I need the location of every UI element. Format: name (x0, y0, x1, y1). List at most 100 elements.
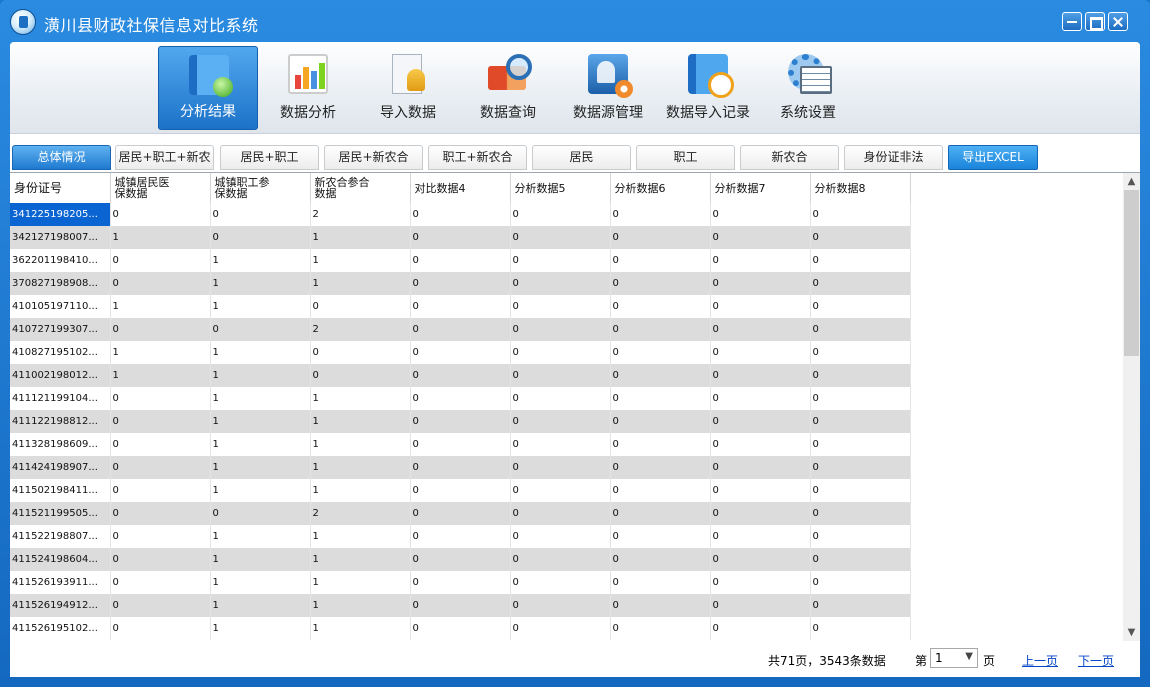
table-cell[interactable]: 0 (110, 318, 211, 341)
table-cell[interactable]: 0 (310, 364, 411, 387)
table-row[interactable]: 410105197110... 1 1 0 0 0 0 0 0 (10, 295, 911, 318)
id-number-cell[interactable]: 411121199104... (10, 387, 111, 410)
table-cell[interactable]: 1 (210, 594, 311, 617)
id-number-cell[interactable]: 342127198007... (10, 226, 111, 249)
id-number-cell[interactable]: 411328198609... (10, 433, 111, 456)
table-cell[interactable]: 0 (610, 387, 711, 410)
table-row[interactable]: 411526195102... 0 1 1 0 0 0 0 0 (10, 617, 911, 640)
table-cell[interactable]: 0 (710, 203, 811, 226)
table-cell[interactable]: 1 (110, 341, 211, 364)
tab-resident-employee[interactable]: 居民+职工 (220, 145, 319, 170)
table-cell[interactable]: 0 (310, 295, 411, 318)
table-cell[interactable]: 0 (510, 364, 611, 387)
id-number-cell[interactable]: 410105197110... (10, 295, 111, 318)
table-cell[interactable]: 0 (110, 272, 211, 295)
table-cell[interactable]: 0 (810, 571, 911, 594)
table-cell[interactable]: 1 (210, 249, 311, 272)
table-cell[interactable]: 1 (310, 387, 411, 410)
table-cell[interactable]: 0 (510, 479, 611, 502)
table-cell[interactable]: 0 (610, 295, 711, 318)
maximize-button[interactable] (1085, 12, 1105, 31)
table-cell[interactable]: 2 (310, 318, 411, 341)
table-cell[interactable]: 0 (610, 594, 711, 617)
table-cell[interactable]: 0 (610, 272, 711, 295)
table-cell[interactable]: 1 (310, 571, 411, 594)
table-row[interactable]: 411521199505... 0 0 2 0 0 0 0 0 (10, 502, 911, 525)
table-cell[interactable]: 0 (610, 364, 711, 387)
table-cell[interactable]: 0 (810, 364, 911, 387)
table-row[interactable]: 410827195102... 1 1 0 0 0 0 0 0 (10, 341, 911, 364)
scroll-down-arrow-icon[interactable]: ▼ (1123, 624, 1140, 641)
table-cell[interactable]: 0 (810, 387, 911, 410)
table-cell[interactable]: 0 (710, 525, 811, 548)
table-cell[interactable]: 0 (710, 341, 811, 364)
toolbar-import-data-button[interactable]: 导入数据 (358, 46, 458, 130)
table-cell[interactable]: 0 (110, 548, 211, 571)
table-row[interactable]: 411121199104... 0 1 1 0 0 0 0 0 (10, 387, 911, 410)
table-cell[interactable]: 0 (610, 226, 711, 249)
table-cell[interactable]: 0 (810, 318, 911, 341)
table-cell[interactable]: 0 (410, 594, 511, 617)
tab-overview[interactable]: 总体情况 (12, 145, 111, 170)
id-number-cell[interactable]: 411502198411... (10, 479, 111, 502)
table-cell[interactable]: 0 (710, 456, 811, 479)
table-cell[interactable]: 1 (210, 479, 311, 502)
table-cell[interactable]: 0 (110, 249, 211, 272)
table-cell[interactable]: 0 (510, 341, 611, 364)
table-cell[interactable]: 0 (110, 571, 211, 594)
table-cell[interactable]: 0 (110, 203, 211, 226)
table-cell[interactable]: 0 (210, 226, 311, 249)
table-row[interactable]: 411328198609... 0 1 1 0 0 0 0 0 (10, 433, 911, 456)
table-cell[interactable]: 1 (210, 456, 311, 479)
table-cell[interactable]: 0 (510, 617, 611, 640)
id-number-cell[interactable]: 411002198012... (10, 364, 111, 387)
table-cell[interactable]: 0 (310, 341, 411, 364)
table-row[interactable]: 411002198012... 1 1 0 0 0 0 0 0 (10, 364, 911, 387)
table-row[interactable]: 411424198907... 0 1 1 0 0 0 0 0 (10, 456, 911, 479)
table-cell[interactable]: 0 (610, 456, 711, 479)
table-cell[interactable]: 1 (110, 364, 211, 387)
table-cell[interactable]: 0 (510, 433, 611, 456)
toolbar-data-query-button[interactable]: 数据查询 (458, 46, 558, 130)
table-cell[interactable]: 1 (310, 226, 411, 249)
table-cell[interactable]: 1 (310, 272, 411, 295)
id-number-cell[interactable]: 410727199307... (10, 318, 111, 341)
table-cell[interactable]: 0 (610, 617, 711, 640)
id-number-cell[interactable]: 411526194912... (10, 594, 111, 617)
next-page-link[interactable]: 下一页 (1078, 652, 1114, 669)
table-cell[interactable]: 0 (510, 594, 611, 617)
table-cell[interactable]: 0 (610, 410, 711, 433)
id-number-cell[interactable]: 411521199505... (10, 502, 111, 525)
table-cell[interactable]: 0 (710, 571, 811, 594)
table-cell[interactable]: 0 (710, 502, 811, 525)
table-cell[interactable]: 0 (510, 318, 611, 341)
table-row[interactable]: 411122198812... 0 1 1 0 0 0 0 0 (10, 410, 911, 433)
table-cell[interactable]: 2 (310, 203, 411, 226)
column-header[interactable]: 身份证号 (10, 173, 111, 203)
table-cell[interactable]: 0 (610, 433, 711, 456)
table-cell[interactable]: 0 (410, 548, 511, 571)
toolbar-settings-button[interactable]: 系统设置 (758, 46, 858, 130)
table-cell[interactable]: 0 (710, 226, 811, 249)
table-cell[interactable]: 0 (810, 479, 911, 502)
id-number-cell[interactable]: 370827198908... (10, 272, 111, 295)
table-cell[interactable]: 0 (110, 479, 211, 502)
table-row[interactable]: 342127198007... 1 0 1 0 0 0 0 0 (10, 226, 911, 249)
page-select[interactable]: 1 ▼ (930, 648, 978, 668)
table-cell[interactable]: 0 (410, 502, 511, 525)
table-cell[interactable]: 0 (610, 571, 711, 594)
table-cell[interactable]: 0 (210, 502, 311, 525)
table-cell[interactable]: 1 (310, 617, 411, 640)
minimize-button[interactable] (1062, 12, 1082, 31)
table-cell[interactable]: 0 (210, 203, 311, 226)
table-cell[interactable]: 0 (810, 594, 911, 617)
column-header[interactable]: 城镇职工参 保数据 (210, 173, 311, 203)
table-cell[interactable]: 0 (710, 295, 811, 318)
table-cell[interactable]: 0 (410, 571, 511, 594)
column-header[interactable]: 分析数据8 (810, 173, 911, 203)
id-number-cell[interactable]: 411424198907... (10, 456, 111, 479)
table-cell[interactable]: 0 (810, 410, 911, 433)
table-cell[interactable]: 0 (510, 226, 611, 249)
table-cell[interactable]: 0 (110, 433, 211, 456)
table-cell[interactable]: 0 (510, 272, 611, 295)
